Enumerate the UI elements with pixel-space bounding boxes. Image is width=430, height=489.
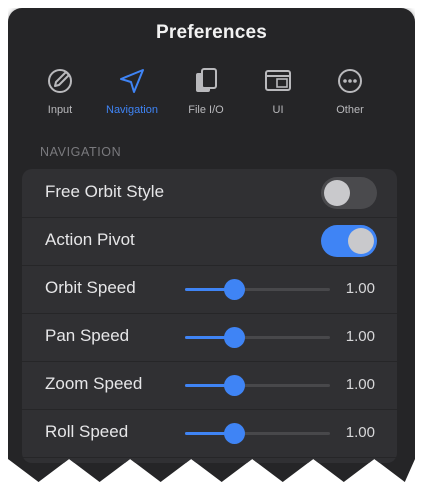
toggle-knob xyxy=(348,228,374,254)
window-layout-icon xyxy=(265,70,291,91)
row-pan-speed: Pan Speed 1.00 xyxy=(22,313,397,362)
files-icon xyxy=(196,68,217,92)
tab-ui-label: UI xyxy=(272,104,284,116)
tab-other[interactable]: Other xyxy=(310,64,390,116)
slider-thumb[interactable] xyxy=(224,375,246,396)
tab-input[interactable]: Input xyxy=(20,64,100,116)
free-orbit-style-toggle[interactable] xyxy=(321,177,377,209)
row-label: Pan Speed xyxy=(45,326,130,345)
tab-other-label: Other xyxy=(336,104,364,116)
pan-speed-value: 1.00 xyxy=(345,328,375,345)
row-free-orbit-style: Free Orbit Style xyxy=(22,169,397,218)
preferences-panel: Preferences Input Navigation File I/O UI… xyxy=(8,8,415,482)
action-pivot-toggle[interactable] xyxy=(321,225,377,257)
tab-navigation[interactable]: Navigation xyxy=(92,64,172,116)
tab-bar: Input Navigation File I/O UI Other xyxy=(8,64,415,128)
navigation-arrow-icon xyxy=(120,69,144,93)
zoom-speed-value: 1.00 xyxy=(345,376,375,393)
row-label: Action Pivot xyxy=(45,230,135,249)
tab-ui[interactable]: UI xyxy=(238,64,318,116)
row-label: Zoom Speed xyxy=(45,374,143,393)
settings-list: Free Orbit Style Action Pivot Orbit Spee… xyxy=(22,169,397,463)
row-action-pivot: Action Pivot xyxy=(22,217,397,266)
tab-file-io[interactable]: File I/O xyxy=(166,64,246,116)
row-label: Orbit Speed xyxy=(45,278,136,297)
orbit-speed-value: 1.00 xyxy=(345,280,375,297)
roll-speed-value: 1.00 xyxy=(345,424,375,441)
slider-thumb[interactable] xyxy=(224,327,246,348)
tab-navigation-label: Navigation xyxy=(106,104,158,116)
row-label: Free Orbit Style xyxy=(45,182,165,201)
row-label: Roll Speed xyxy=(45,422,129,441)
roll-speed-slider[interactable] xyxy=(185,423,330,444)
toggle-knob xyxy=(324,180,350,206)
row-roll-speed: Roll Speed 1.00 xyxy=(22,409,397,458)
orbit-speed-slider[interactable] xyxy=(185,279,330,300)
row-zoom-speed: Zoom Speed 1.00 xyxy=(22,361,397,410)
pencil-circle-icon xyxy=(48,69,72,93)
section-header: NAVIGATION xyxy=(40,145,122,159)
pan-speed-slider[interactable] xyxy=(185,327,330,348)
slider-thumb[interactable] xyxy=(224,279,246,300)
tab-input-label: Input xyxy=(47,104,73,116)
tab-file-io-label: File I/O xyxy=(188,104,224,116)
page-title: Preferences xyxy=(156,22,267,43)
row-orbit-speed: Orbit Speed 1.00 xyxy=(22,265,397,314)
ellipsis-circle-icon xyxy=(338,69,362,93)
zoom-speed-slider[interactable] xyxy=(185,375,330,396)
slider-thumb[interactable] xyxy=(224,423,246,444)
